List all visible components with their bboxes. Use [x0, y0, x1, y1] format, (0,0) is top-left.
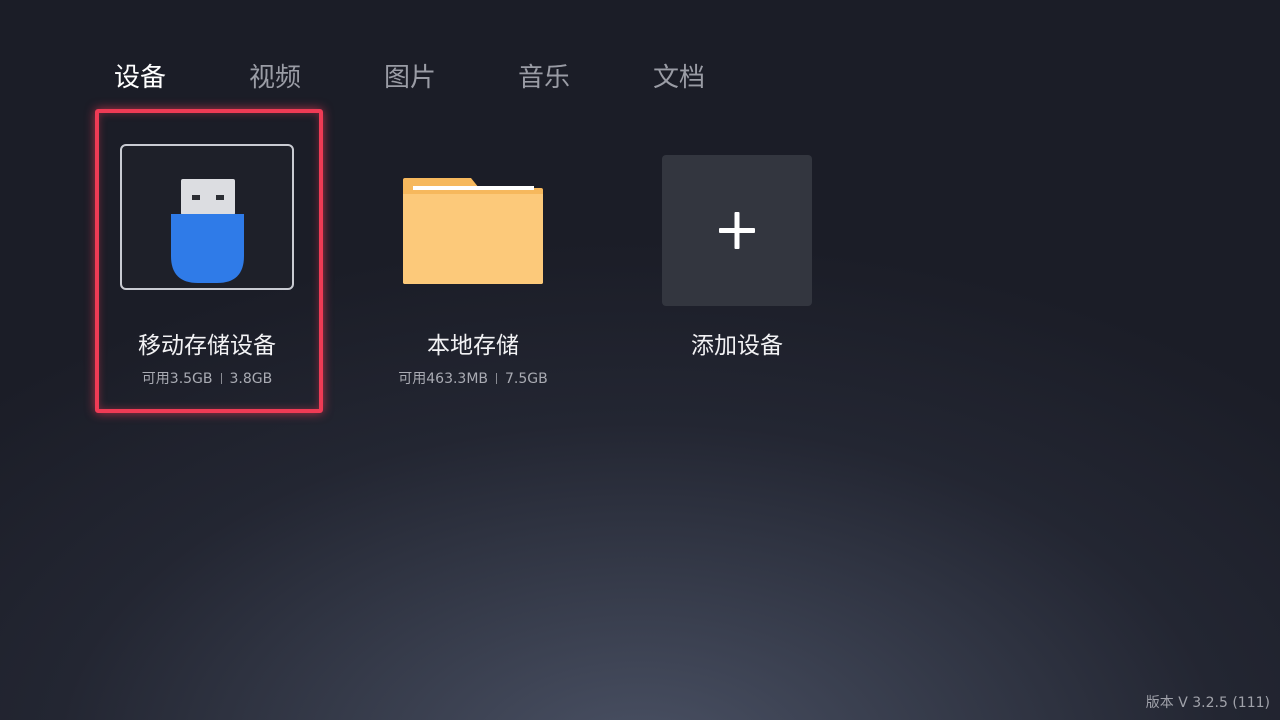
device-capacity: 可用463.3MB 7.5GB: [368, 370, 578, 388]
tab-videos[interactable]: 视频: [249, 58, 301, 98]
device-name: 本地存储: [427, 333, 519, 359]
plus-icon: [719, 212, 755, 249]
device-capacity: 可用3.5GB 3.8GB: [112, 370, 302, 388]
separator: [220, 373, 222, 384]
device-name: 移动存储设备: [138, 333, 276, 359]
version-label: 版本 V 3.2.5 (111): [1145, 695, 1270, 711]
total-space: 3.8GB: [229, 371, 273, 387]
tab-music[interactable]: 音乐: [518, 58, 570, 98]
folder-icon: [403, 178, 543, 284]
tab-documents[interactable]: 文档: [653, 58, 705, 98]
available-space: 可用463.3MB: [398, 371, 489, 387]
add-device-tile[interactable]: [662, 155, 812, 306]
tab-devices[interactable]: 设备: [114, 58, 166, 98]
usb-icon-tile: [120, 144, 294, 290]
available-space: 可用3.5GB: [141, 371, 213, 387]
usb-drive-icon: [171, 179, 244, 283]
separator: [496, 373, 498, 384]
device-name: 添加设备: [691, 333, 783, 359]
total-space: 7.5GB: [505, 371, 548, 387]
tab-pictures[interactable]: 图片: [384, 58, 436, 98]
